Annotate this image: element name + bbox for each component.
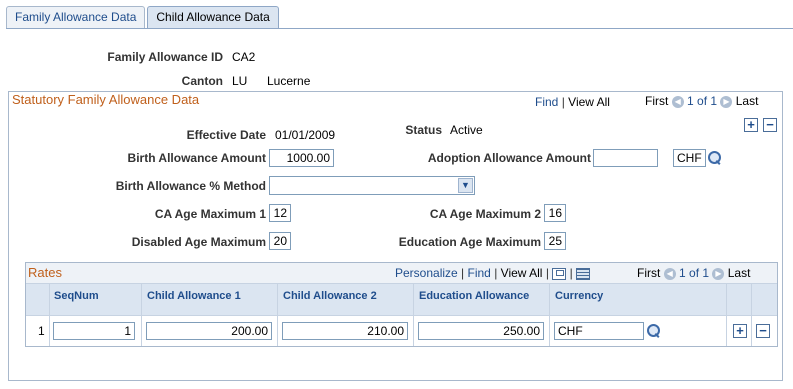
delete-row-button[interactable]: − (763, 118, 777, 132)
status-label: Status (405, 123, 442, 137)
statutory-view-all-link[interactable]: View All (568, 95, 610, 109)
rates-grid: Rates Personalize | Find | View All | | … (25, 262, 778, 347)
col-header-currency[interactable]: Currency (555, 290, 603, 302)
col-header-seqnum[interactable]: SeqNum (54, 290, 99, 302)
ca-age-max1-label: CA Age Maximum 1 (154, 207, 266, 221)
rates-count: 1 of 1 (679, 266, 710, 280)
birth-allowance-amount-input[interactable] (269, 149, 334, 167)
separator: | (461, 266, 465, 280)
education-allowance-input[interactable] (418, 322, 544, 340)
separator: | (545, 266, 549, 280)
chevron-down-icon[interactable]: ▼ (458, 178, 473, 193)
child-allowance-1-input[interactable] (146, 322, 272, 340)
rates-personalize-link[interactable]: Personalize (395, 266, 458, 280)
statutory-count: 1 of 1 (687, 94, 718, 108)
add-rate-row-button[interactable]: + (733, 324, 747, 338)
rates-title: Rates (28, 265, 62, 280)
previous-arrow-icon[interactable]: ◀ (671, 95, 684, 108)
new-window-icon-inner (556, 269, 565, 276)
lookup-icon[interactable] (647, 324, 661, 338)
table-row: 1 + − (26, 315, 777, 346)
birth-allowance-method-select[interactable]: ▼ (269, 176, 475, 195)
separator: | (561, 95, 565, 109)
new-window-icon[interactable] (552, 267, 567, 280)
delete-rate-row-button[interactable]: − (756, 324, 770, 338)
statutory-nav: Find | View All (535, 95, 610, 109)
child-allowance-2-input[interactable] (282, 322, 408, 340)
col-header-education-allowance[interactable]: Education Allowance (419, 290, 529, 302)
spreadsheet-icon[interactable] (576, 267, 591, 280)
birth-allowance-method-label: Birth Allowance % Method (115, 179, 266, 193)
rates-titlebar: Rates Personalize | Find | View All | | … (26, 263, 777, 284)
disabled-age-max-label: Disabled Age Maximum (131, 235, 266, 249)
rates-nav: Personalize | Find | View All | | (395, 266, 591, 280)
separator: | (569, 266, 573, 280)
rates-view-all-link[interactable]: View All (501, 266, 543, 280)
education-age-max-label: Education Age Maximum (398, 235, 541, 249)
adoption-allowance-amount-label: Adoption Allowance Amount (427, 151, 591, 165)
separator: | (494, 266, 498, 280)
currency-input[interactable] (673, 149, 706, 167)
statutory-first-label: First (645, 94, 669, 108)
adoption-allowance-amount-input[interactable] (593, 149, 658, 167)
birth-allowance-amount-label: Birth Allowance Amount (127, 151, 266, 165)
disabled-age-max-input[interactable] (269, 232, 291, 250)
rates-last-label: Last (727, 266, 751, 280)
ca-age-max2-label: CA Age Maximum 2 (429, 207, 541, 221)
canton-code: LU (232, 74, 248, 88)
col-header-child-allowance-2[interactable]: Child Allowance 2 (283, 290, 377, 302)
add-row-button[interactable]: + (744, 118, 758, 132)
effective-date-label: Effective Date (186, 128, 266, 142)
seqnum-input[interactable] (53, 322, 135, 340)
tab-bar: Family Allowance Data Child Allowance Da… (6, 6, 281, 29)
tab-family-allowance-data[interactable]: Family Allowance Data (6, 6, 146, 29)
rates-pager: First ◀ 1 of 1 ▶ Last (637, 266, 750, 280)
family-allowance-id-value: CA2 (232, 50, 256, 64)
next-arrow-icon[interactable]: ▶ (720, 95, 733, 108)
effective-date-value: 01/01/2009 (275, 128, 336, 142)
rates-column-header: SeqNum Child Allowance 1 Child Allowance… (26, 284, 777, 315)
rates-find-link[interactable]: Find (468, 266, 491, 280)
canton-label: Canton (181, 74, 223, 88)
previous-arrow-icon[interactable]: ◀ (663, 267, 676, 280)
family-allowance-id-label: Family Allowance ID (107, 50, 223, 64)
statutory-find-link[interactable]: Find (535, 95, 558, 109)
col-header-child-allowance-1[interactable]: Child Allowance 1 (147, 290, 241, 302)
statutory-last-label: Last (735, 94, 759, 108)
rates-currency-input[interactable] (554, 322, 644, 340)
ca-age-max2-input[interactable] (544, 204, 566, 222)
tab-child-allowance-data[interactable]: Child Allowance Data (147, 6, 279, 29)
education-age-max-input[interactable] (544, 232, 566, 250)
next-arrow-icon[interactable]: ▶ (712, 267, 725, 280)
ca-age-max1-input[interactable] (269, 204, 291, 222)
statutory-title: Statutory Family Allowance Data (12, 92, 200, 107)
rates-first-label: First (637, 266, 661, 280)
statutory-pager: First ◀ 1 of 1 ▶ Last (645, 94, 758, 108)
tab-divider (6, 28, 793, 29)
row-number: 1 (38, 324, 45, 338)
lookup-icon[interactable] (708, 151, 722, 165)
canton-name: Lucerne (267, 74, 311, 88)
status-value: Active (450, 123, 483, 137)
